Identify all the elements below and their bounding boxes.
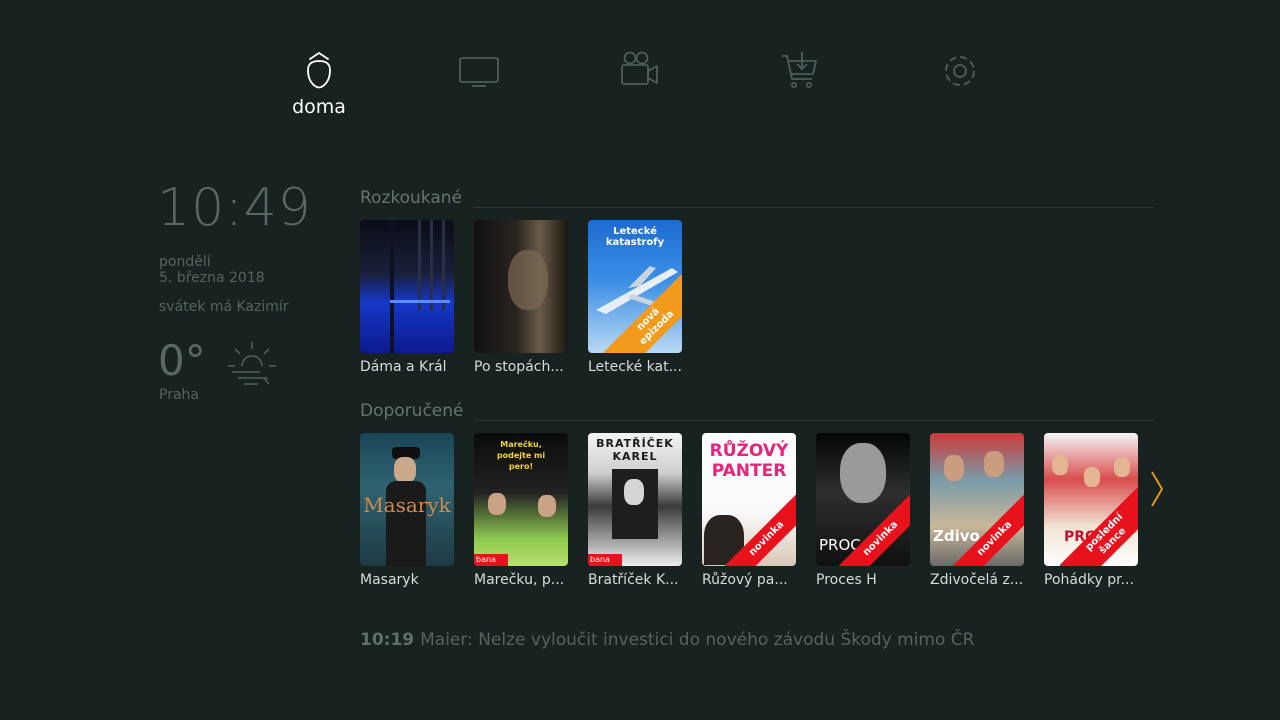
sun-haze-icon (228, 342, 276, 385)
card-title: Růžový pa... (702, 572, 788, 588)
card-title: Letecké kat... (588, 359, 682, 375)
section-title-watching: Rozkoukané (360, 188, 462, 208)
poster-title: RŮŽOVÝ PANTER (709, 441, 789, 481)
card-title: Dáma a Král (360, 359, 447, 375)
chevron-right-icon[interactable] (1150, 470, 1164, 508)
cart-download-icon (782, 52, 817, 88)
date: 5. března 2018 (159, 270, 265, 286)
poster-image (360, 220, 454, 353)
clock: 10:49 (157, 178, 312, 238)
nav-video[interactable] (599, 48, 679, 128)
poster-image (474, 220, 568, 353)
section-title-recommended: Doporučené (360, 401, 464, 421)
poster-title: BRATŘÍČEK KAREL (596, 437, 674, 463)
date-block: pondělí 5. března 2018 (159, 254, 265, 286)
card-title: Pohádky pr... (1044, 572, 1134, 588)
nav-home-label: doma (292, 96, 346, 118)
nameday: svátek má Kazimír (159, 299, 289, 315)
nav-store[interactable] (759, 48, 839, 128)
poster-image: Letecké katastrofy nová epizoda (588, 220, 682, 353)
card-title: Bratříček K... (588, 572, 679, 588)
card-title: Marečku, p... (474, 572, 565, 588)
main-nav: doma (0, 48, 1280, 128)
nav-settings[interactable] (919, 48, 999, 128)
card-title: Proces H (816, 572, 877, 588)
section-divider (474, 207, 1154, 208)
card-title: Zdivočelá z... (930, 572, 1024, 588)
poster-title: Letecké katastrofy (605, 226, 665, 248)
poster-image: Zdivo novinka (930, 433, 1024, 566)
poster-title: Masaryk (363, 493, 451, 517)
gear-icon (945, 56, 975, 86)
section-divider (475, 420, 1154, 421)
card-zdivocela-zeme[interactable]: Zdivo novinka Zdivočelá z... (930, 433, 1024, 588)
poster-image: RŮŽOVÝ PANTER novinka (702, 433, 796, 566)
card-dama-a-kral[interactable]: Dáma a Král (360, 220, 454, 375)
city: Praha (159, 387, 199, 403)
poster-title: Marečku, podejte mi pero! (496, 440, 546, 471)
poster-image: BRATŘÍČEK KAREL bana (588, 433, 682, 566)
weekday: pondělí (159, 254, 211, 270)
card-letecke-katastrofy[interactable]: Letecké katastrofy nová epizoda Letecké … (588, 220, 682, 375)
poster-image: Marečku, podejte mi pero! bana (474, 433, 568, 566)
ticker-time: 10:19 (360, 630, 415, 650)
card-proces-h[interactable]: PROC novinka Proces H (816, 433, 910, 588)
nav-home[interactable]: doma (279, 48, 359, 128)
card-masaryk[interactable]: Masaryk Masaryk (360, 433, 454, 588)
card-ruzovy-panter[interactable]: RŮŽOVÝ PANTER novinka Růžový pa... (702, 433, 796, 588)
card-marecku[interactable]: Marečku, podejte mi pero! bana Marečku, … (474, 433, 568, 588)
bana-logo: bana (588, 554, 622, 566)
badge-last-chance: poslední šance (1059, 487, 1138, 566)
card-title: Po stopách... (474, 359, 564, 375)
card-pohadky[interactable]: PRO poslední šance Pohádky pr... (1044, 433, 1138, 588)
card-title: Masaryk (360, 572, 419, 588)
tv-icon (459, 57, 499, 87)
nav-tv[interactable] (439, 48, 519, 128)
poster-image: PRO poslední šance (1044, 433, 1138, 566)
poster-image: Masaryk (360, 433, 454, 566)
home-icon (307, 52, 331, 89)
video-camera-icon (621, 51, 658, 85)
card-po-stopach[interactable]: Po stopách... (474, 220, 568, 375)
ticker-text: Maier: Nelze vyloučit investici do novéh… (420, 630, 975, 650)
card-bratricek-karel[interactable]: BRATŘÍČEK KAREL bana Bratříček K... (588, 433, 682, 588)
badge-novinka: novinka (834, 492, 910, 566)
bana-logo: bana (474, 554, 508, 566)
news-ticker[interactable]: 10:19 Maier: Nelze vyloučit investici do … (360, 630, 974, 650)
temperature: 0° (158, 336, 206, 385)
poster-image: PROC novinka (816, 433, 910, 566)
